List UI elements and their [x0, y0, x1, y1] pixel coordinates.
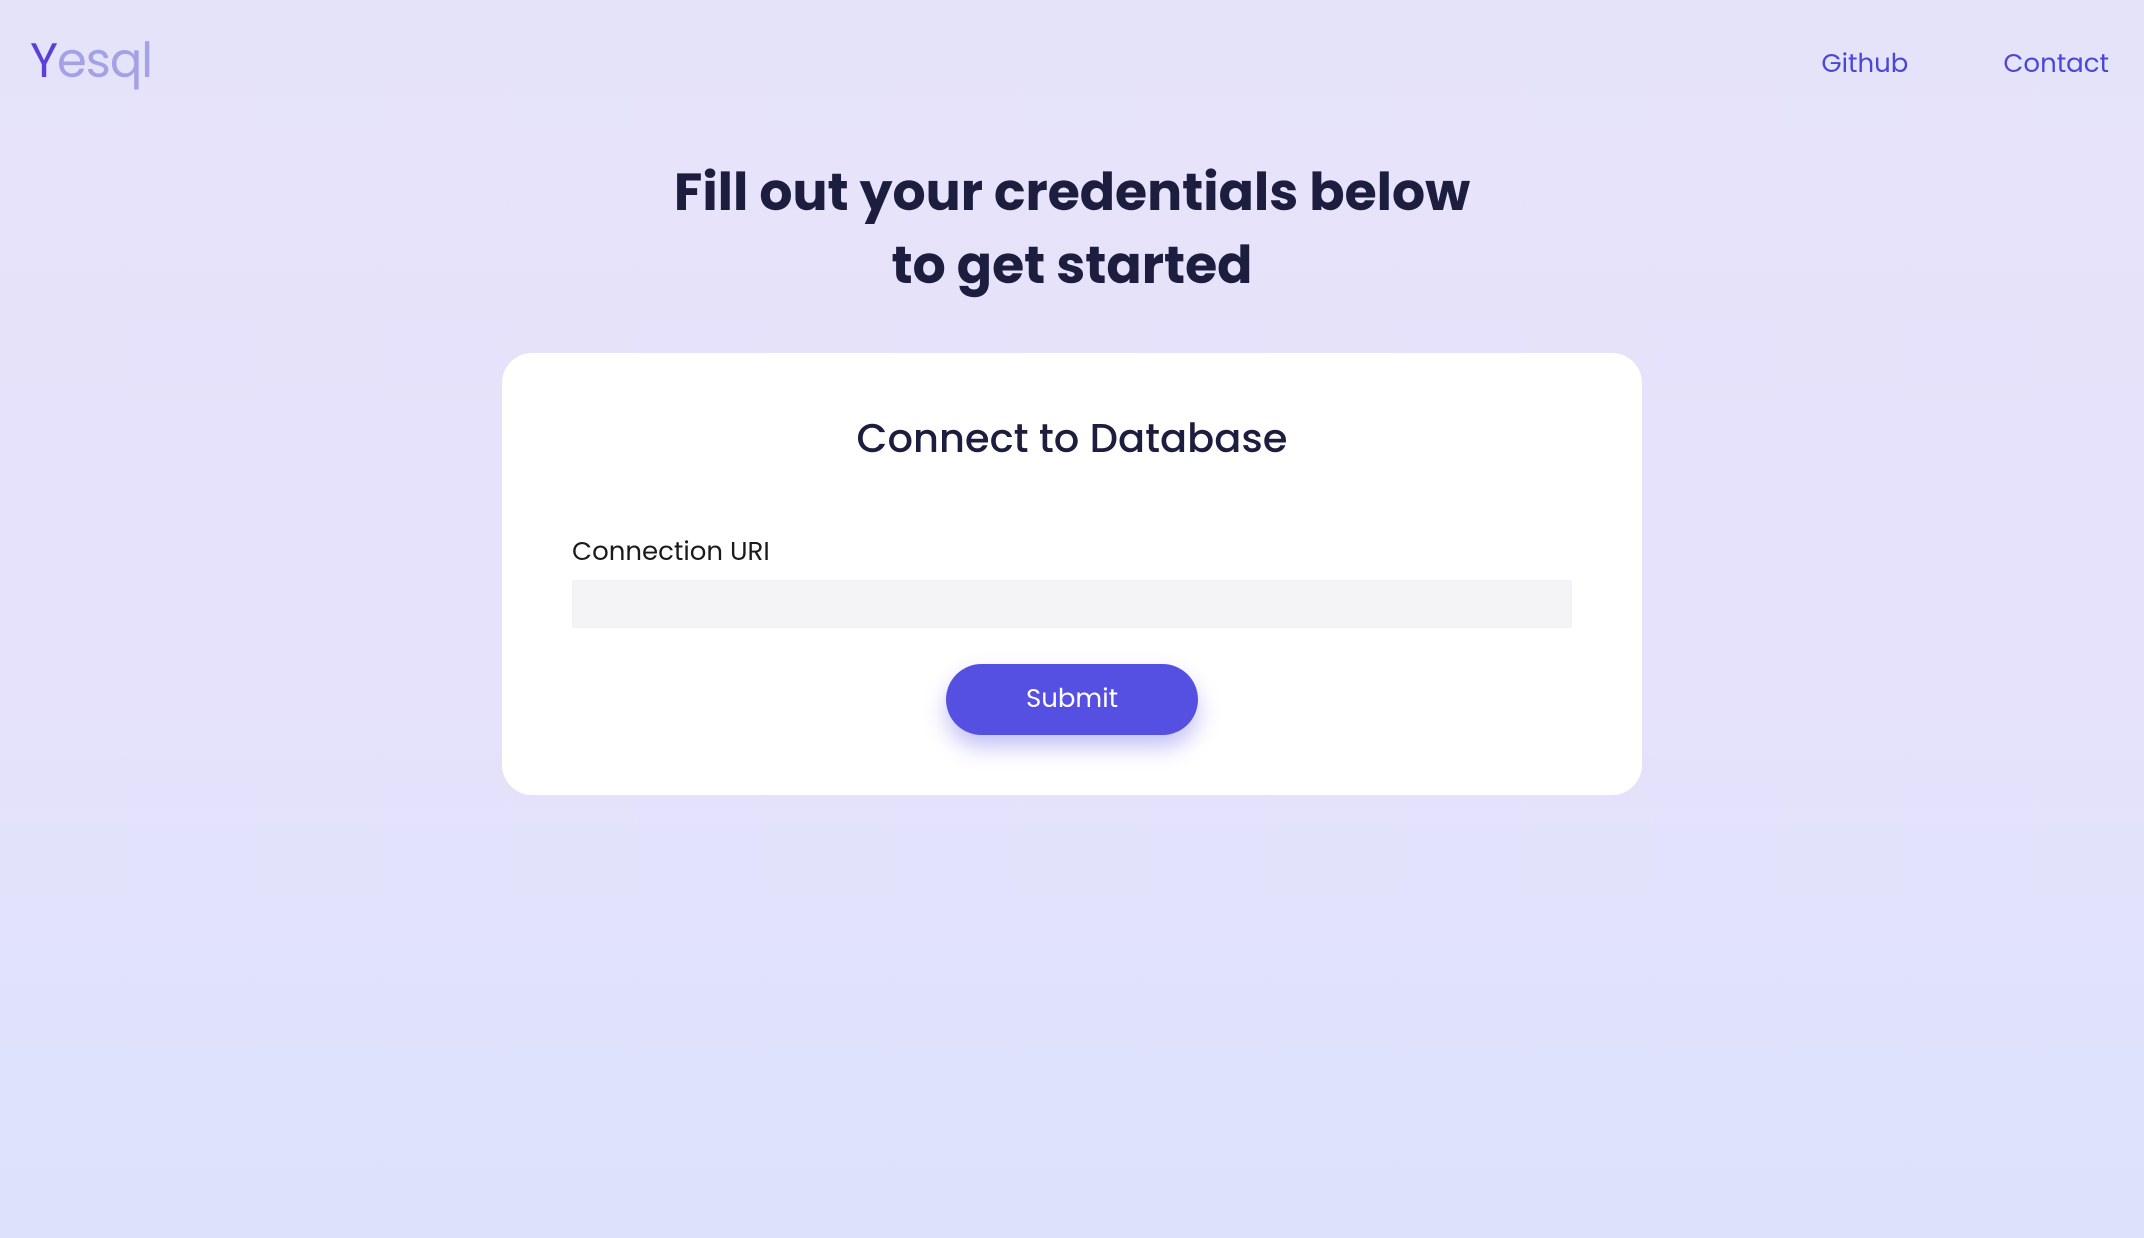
card-title: Connect to Database — [857, 408, 1288, 468]
nav-link-contact[interactable]: Contact — [2003, 45, 2109, 84]
connect-card: Connect to Database Connection URI Submi… — [502, 353, 1642, 795]
submit-button[interactable]: Submit — [946, 664, 1198, 735]
connection-uri-label: Connection URI — [572, 533, 1572, 572]
header: Yesql Github Contact — [0, 0, 2144, 97]
heading-line-1: Fill out your credentials below — [674, 156, 1470, 229]
nav-link-github[interactable]: Github — [1821, 45, 1908, 84]
logo[interactable]: Yesql — [30, 25, 152, 97]
connection-uri-input[interactable] — [572, 580, 1572, 628]
connection-uri-group: Connection URI — [572, 533, 1572, 628]
logo-rest: esql — [57, 25, 152, 97]
main-content: Fill out your credentials below to get s… — [0, 97, 2144, 795]
page-heading: Fill out your credentials below to get s… — [674, 157, 1470, 303]
nav: Github Contact — [1821, 25, 2109, 84]
logo-first-letter: Y — [30, 25, 57, 97]
heading-line-2: to get started — [892, 229, 1253, 302]
